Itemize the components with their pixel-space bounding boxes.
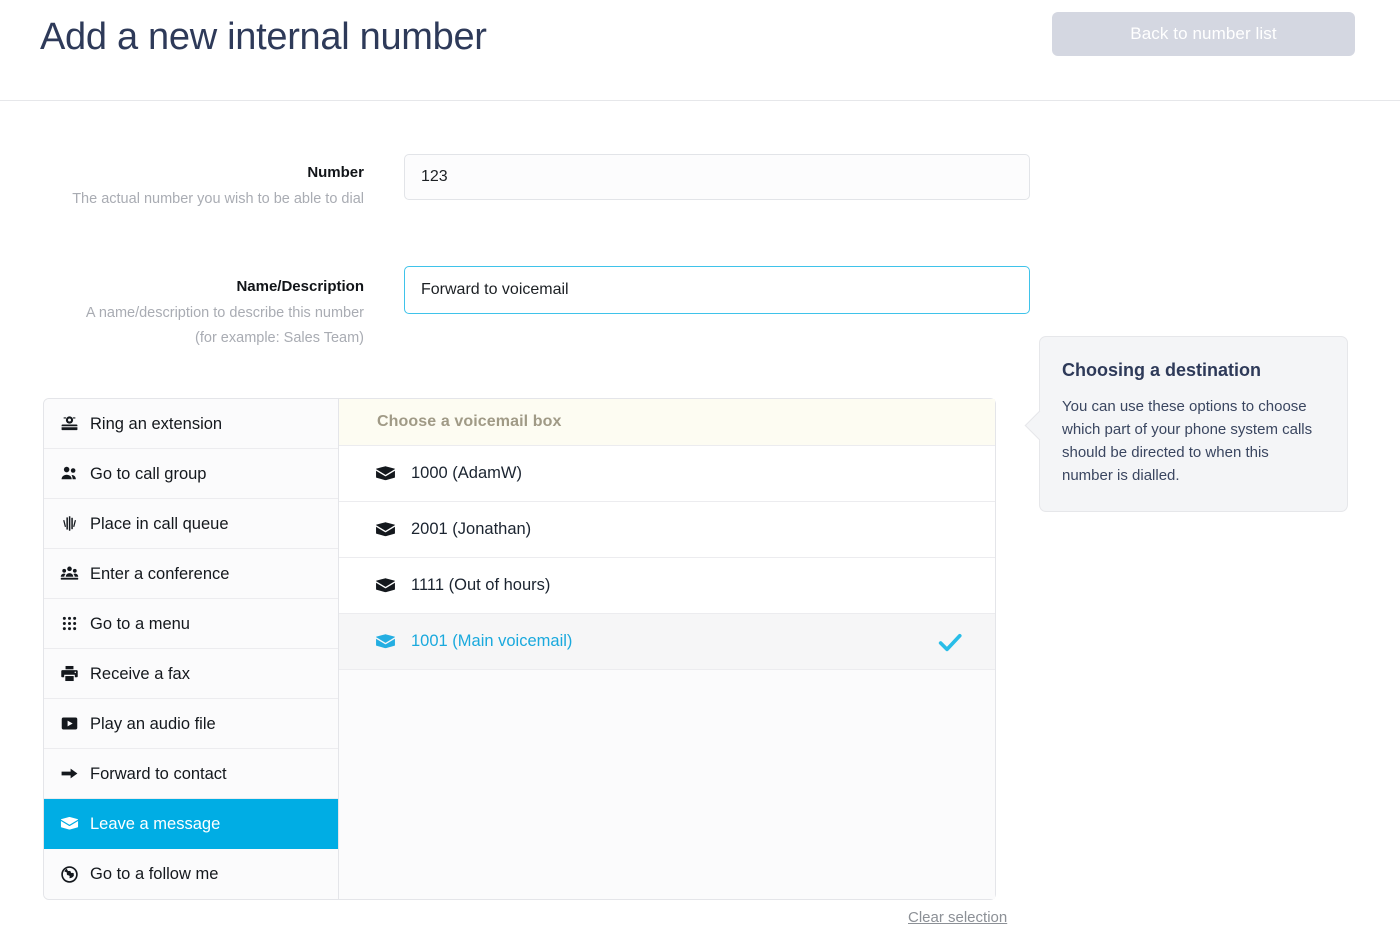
destination-option-label: Ring an extension xyxy=(90,414,223,433)
number-input[interactable] xyxy=(404,154,1030,200)
destination-option-receive-a-fax[interactable]: Receive a fax xyxy=(44,649,338,699)
destination-option-list: Ring an extension Go to call group Place i… xyxy=(43,398,339,900)
number-label: Number xyxy=(307,164,364,181)
number-label-block: Number The actual number you wish to be … xyxy=(64,163,364,212)
name-description-label-block: Name/Description A name/description to d… xyxy=(64,277,364,351)
destination-option-label: Enter a conference xyxy=(90,564,230,583)
voicemail-box-row[interactable]: 1001 (Main voicemail) xyxy=(339,614,995,670)
destination-option-ring-an-extension[interactable]: Ring an extension xyxy=(44,399,338,449)
page-title: Add a new internal number xyxy=(40,16,487,58)
destination-option-play-an-audio-file[interactable]: Play an audio file xyxy=(44,699,338,749)
destination-option-label: Receive a fax xyxy=(90,664,190,683)
destination-option-place-in-call-queue[interactable]: Place in call queue xyxy=(44,499,338,549)
back-to-number-list-button[interactable]: Back to number list xyxy=(1052,12,1355,56)
envelope-icon xyxy=(375,631,411,652)
choosing-destination-tooltip: Choosing a destination You can use these… xyxy=(1039,336,1348,512)
destination-option-label: Place in call queue xyxy=(90,514,229,533)
destination-option-label: Go to a follow me xyxy=(90,865,219,883)
destination-option-label: Go to a menu xyxy=(90,614,190,633)
destination-option-go-to-a-follow-me[interactable]: Go to a follow me xyxy=(44,849,338,899)
destination-option-label: Forward to contact xyxy=(90,764,227,783)
number-help-text: The actual number you wish to be able to… xyxy=(72,191,364,207)
destination-option-go-to-a-menu[interactable]: Go to a menu xyxy=(44,599,338,649)
voicemail-box-label: 1111 (Out of hours) xyxy=(411,576,551,594)
voicemail-box-label: 1001 (Main voicemail) xyxy=(411,632,573,650)
envelope-icon xyxy=(375,463,411,484)
voicemail-box-label: 2001 (Jonathan) xyxy=(411,520,532,538)
name-description-input[interactable] xyxy=(404,266,1030,314)
destination-option-forward-to-contact[interactable]: Forward to contact xyxy=(44,749,338,799)
destination-picker: Ring an extension Go to call group Place i… xyxy=(43,398,996,900)
tooltip-title: Choosing a destination xyxy=(1062,360,1262,380)
tooltip-body: You can use these options to choose whic… xyxy=(1062,398,1313,484)
destination-option-go-to-call-group[interactable]: Go to call group xyxy=(44,449,338,499)
play-box-icon xyxy=(60,714,90,733)
add-internal-number-page: Add a new internal number Back to number… xyxy=(0,0,1400,937)
destination-option-enter-a-conference[interactable]: Enter a conference xyxy=(44,549,338,599)
envelope-icon xyxy=(375,575,411,596)
voicemail-box-row[interactable]: 1000 (AdamW) xyxy=(339,446,995,502)
name-description-label: Name/Description xyxy=(236,278,364,295)
globe-icon xyxy=(60,865,90,884)
grid-dots-icon xyxy=(60,614,90,633)
voicemail-box-panel: Choose a voicemail box 1000 (AdamW) 2001 … xyxy=(339,398,996,900)
printer-icon xyxy=(60,664,90,683)
users-icon xyxy=(60,464,90,483)
clear-selection-link[interactable]: Clear selection xyxy=(908,909,1007,926)
voicemail-box-row[interactable]: 1111 (Out of hours) xyxy=(339,558,995,614)
voicemail-box-row[interactable]: 2001 (Jonathan) xyxy=(339,502,995,558)
voicemail-box-label: 1000 (AdamW) xyxy=(411,464,522,482)
destination-option-label: Leave a message xyxy=(90,814,221,833)
conference-icon xyxy=(60,564,90,583)
destination-option-label: Go to call group xyxy=(90,464,207,483)
envelope-icon xyxy=(375,519,411,540)
check-icon xyxy=(935,627,965,657)
signal-bars-icon xyxy=(60,514,90,533)
arrow-right-icon xyxy=(60,764,90,783)
destination-option-leave-a-message[interactable]: Leave a message xyxy=(44,799,338,849)
voicemail-list-empty-area xyxy=(339,670,995,899)
voicemail-panel-heading: Choose a voicemail box xyxy=(339,399,995,446)
envelope-icon xyxy=(60,814,90,833)
name-description-help-text: A name/description to describe this numb… xyxy=(85,305,364,346)
page-header: Add a new internal number Back to number… xyxy=(0,0,1400,101)
telephone-icon xyxy=(60,414,90,433)
destination-option-label: Play an audio file xyxy=(90,714,216,733)
voicemail-box-list: 1000 (AdamW) 2001 (Jonathan) 1111 (Out of … xyxy=(339,446,995,670)
